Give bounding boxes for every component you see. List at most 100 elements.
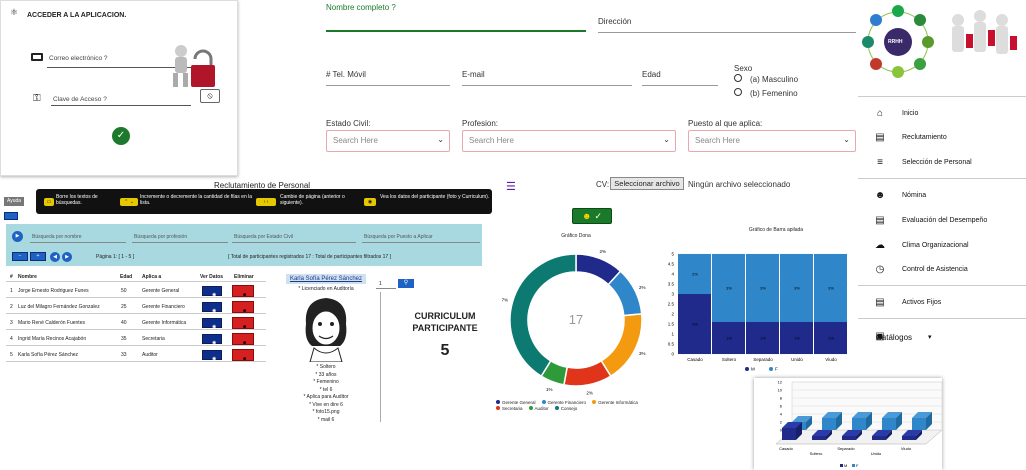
3d-bar-front: [822, 418, 836, 430]
legend-entry: Gerente Informática: [592, 400, 638, 405]
search-profesion[interactable]: Búsqueda por profesión: [134, 234, 187, 240]
direccion-field[interactable]: [598, 32, 856, 33]
sexo-femenino-radio[interactable]: [734, 88, 742, 96]
sexo-label: Sexo: [734, 64, 753, 73]
col-header: Edad: [120, 274, 133, 280]
login-submit-button[interactable]: ✓: [112, 127, 130, 145]
legend-swatch: [554, 406, 559, 410]
search-nombre[interactable]: Búsqueda por nombre: [32, 234, 81, 240]
nav-item-seleccion[interactable]: ≡ Selección de Personal: [858, 153, 1026, 175]
cell-edad: 50: [121, 288, 127, 294]
users-icon: ☻: [874, 190, 886, 201]
key-icon: ⚿: [33, 93, 41, 104]
detail-line: * Aplica para Auditor: [303, 394, 349, 400]
eliminar-button[interactable]: ■: [232, 301, 254, 314]
nav-item-activos[interactable]: ▤ Activos Fijos: [858, 293, 1026, 315]
participant-name: Karla Sofía Pérez Sánchez: [286, 274, 366, 284]
estado-civil-label: Estado Civil:: [326, 119, 371, 128]
nav-item-evaluacion[interactable]: ▤ Evaluación del Desempeño: [858, 211, 1026, 233]
eliminar-button[interactable]: ■: [232, 333, 254, 346]
next-page-button[interactable]: ▶: [62, 252, 72, 262]
search-button[interactable]: ⚲: [398, 279, 414, 288]
legend-swatch: [528, 406, 533, 410]
search-estado[interactable]: Búsqueda por Estado Civil: [234, 234, 293, 240]
cell-aplica: Auditor: [142, 352, 158, 358]
nav-item-clima[interactable]: ☁ Clima Organizacional: [858, 236, 1026, 258]
y-tick-label: 0: [671, 352, 674, 357]
cell-aplica: Secretaria: [142, 336, 165, 342]
password-label: Clave de Acceso ?: [53, 96, 107, 103]
legend-swatch: [840, 464, 843, 467]
x-tick-label: Separado: [753, 357, 773, 362]
x-tick-label: Casado: [687, 357, 703, 362]
legend-label: Gerente Informática: [598, 400, 638, 405]
nav-item-asistencia[interactable]: ◷ Control de Asistencia: [858, 260, 1026, 282]
toggle-password-button[interactable]: ⦸: [200, 89, 220, 103]
sexo-masculino-radio[interactable]: [734, 74, 742, 82]
3d-bar-chart: 0 2 4 6 8 10 12 Casado Soltero Separado Unido Viudo…: [754, 378, 942, 470]
nombre-field[interactable]: [326, 30, 586, 32]
nav-item-inicio[interactable]: ⌂ Inicio: [858, 104, 1026, 126]
bar-value-label: 3%: [794, 286, 800, 291]
id-card-icon: ▤: [875, 132, 885, 143]
rrhh-diagram-image: [862, 5, 1017, 78]
ver-datos-button[interactable]: ◉: [202, 334, 222, 346]
search-puesto[interactable]: Búsqueda por Puesto a Aplicar: [364, 234, 433, 240]
prev-page-button[interactable]: ◀: [50, 252, 60, 262]
bar-value-label: 1%: [726, 336, 732, 341]
stacked-bar-chart: Gráfico de Barra apilada 0 0.5 1 1.5 2 2.5 3 3.…: [656, 226, 856, 374]
ver-datos-button[interactable]: ◉: [202, 318, 222, 330]
search-toggle-icon[interactable]: ▶: [12, 231, 23, 242]
profesion-select[interactable]: Search Here ⌄: [462, 130, 676, 152]
y-tick-label: 4: [671, 272, 674, 277]
nav-item-label: Evaluación del Desempeño: [902, 217, 988, 224]
table-row: 4 Ingrid María Recinos Acajabón 35 Secre…: [6, 332, 266, 346]
col-header: #: [10, 274, 13, 280]
nav-item-reclutamiento[interactable]: ▤ Reclutamiento: [858, 128, 1026, 150]
ver-datos-button[interactable]: ◉: [202, 286, 222, 298]
page-input[interactable]: 1: [376, 280, 396, 289]
ayuda-button[interactable]: Ayuda: [4, 197, 24, 206]
bar-chart-title: Gráfico de Barra apilada: [748, 227, 804, 233]
email-form-field[interactable]: [462, 85, 632, 86]
legend-label: F: [775, 367, 778, 372]
trash-icon: ■: [243, 356, 247, 362]
estado-civil-select[interactable]: Search Here ⌄: [326, 130, 450, 152]
ver-datos-button[interactable]: ◉: [202, 302, 222, 314]
y-tick-label: 8: [780, 396, 783, 401]
increment-rows-button[interactable]: +: [30, 252, 46, 261]
puesto-select[interactable]: Search Here ⌄: [688, 130, 856, 152]
tip-text: Cambie de página (anterior o siguiente).: [280, 194, 345, 206]
chevron-down-icon: ⌄: [437, 135, 444, 144]
nav-item-nomina[interactable]: ☻ Nómina: [858, 186, 1026, 208]
eliminar-button[interactable]: ■: [232, 317, 254, 330]
eliminar-button[interactable]: ■: [232, 349, 254, 362]
password-field[interactable]: [51, 105, 191, 106]
donut-slice-label: 3%: [639, 351, 646, 356]
tel-field[interactable]: [326, 85, 450, 86]
ver-datos-button[interactable]: ◉: [202, 350, 222, 362]
cell-aplica: Gerente Informática: [142, 320, 187, 326]
3d-bar-front: [812, 436, 826, 440]
email-label: Correo electrónico ?: [49, 55, 108, 62]
trash-icon: ■: [243, 340, 247, 346]
decrement-rows-button[interactable]: −: [12, 252, 28, 261]
help-keyboard-icon[interactable]: [4, 212, 18, 220]
y-tick-label: 5: [671, 252, 674, 257]
cell-nombre: Karla Sofía Pérez Sánchez: [18, 352, 79, 358]
face-check-button[interactable]: ☻ ✓: [572, 208, 612, 224]
detail-divider: [380, 292, 381, 422]
3d-bar-front: [782, 428, 796, 440]
detail-line: * 33 años: [315, 371, 337, 378]
y-tick-label: 0.5: [668, 342, 675, 347]
bar-value-label: 1%: [760, 336, 766, 341]
detail-line: * Vive en dire 6: [309, 401, 343, 408]
edad-field[interactable]: [642, 85, 718, 86]
eliminar-button[interactable]: ■: [232, 285, 254, 298]
search-nombre-line: [30, 242, 126, 243]
cv-file-button[interactable]: Seleccionar archivo: [610, 177, 684, 190]
hamburger-menu-icon[interactable]: ☰: [506, 180, 516, 193]
nav-item-catalogos[interactable]: ▣ Catálogos ▾: [858, 327, 1026, 349]
bar-value-label: 1%: [794, 336, 800, 341]
participant-caricature-image: [305, 298, 347, 362]
